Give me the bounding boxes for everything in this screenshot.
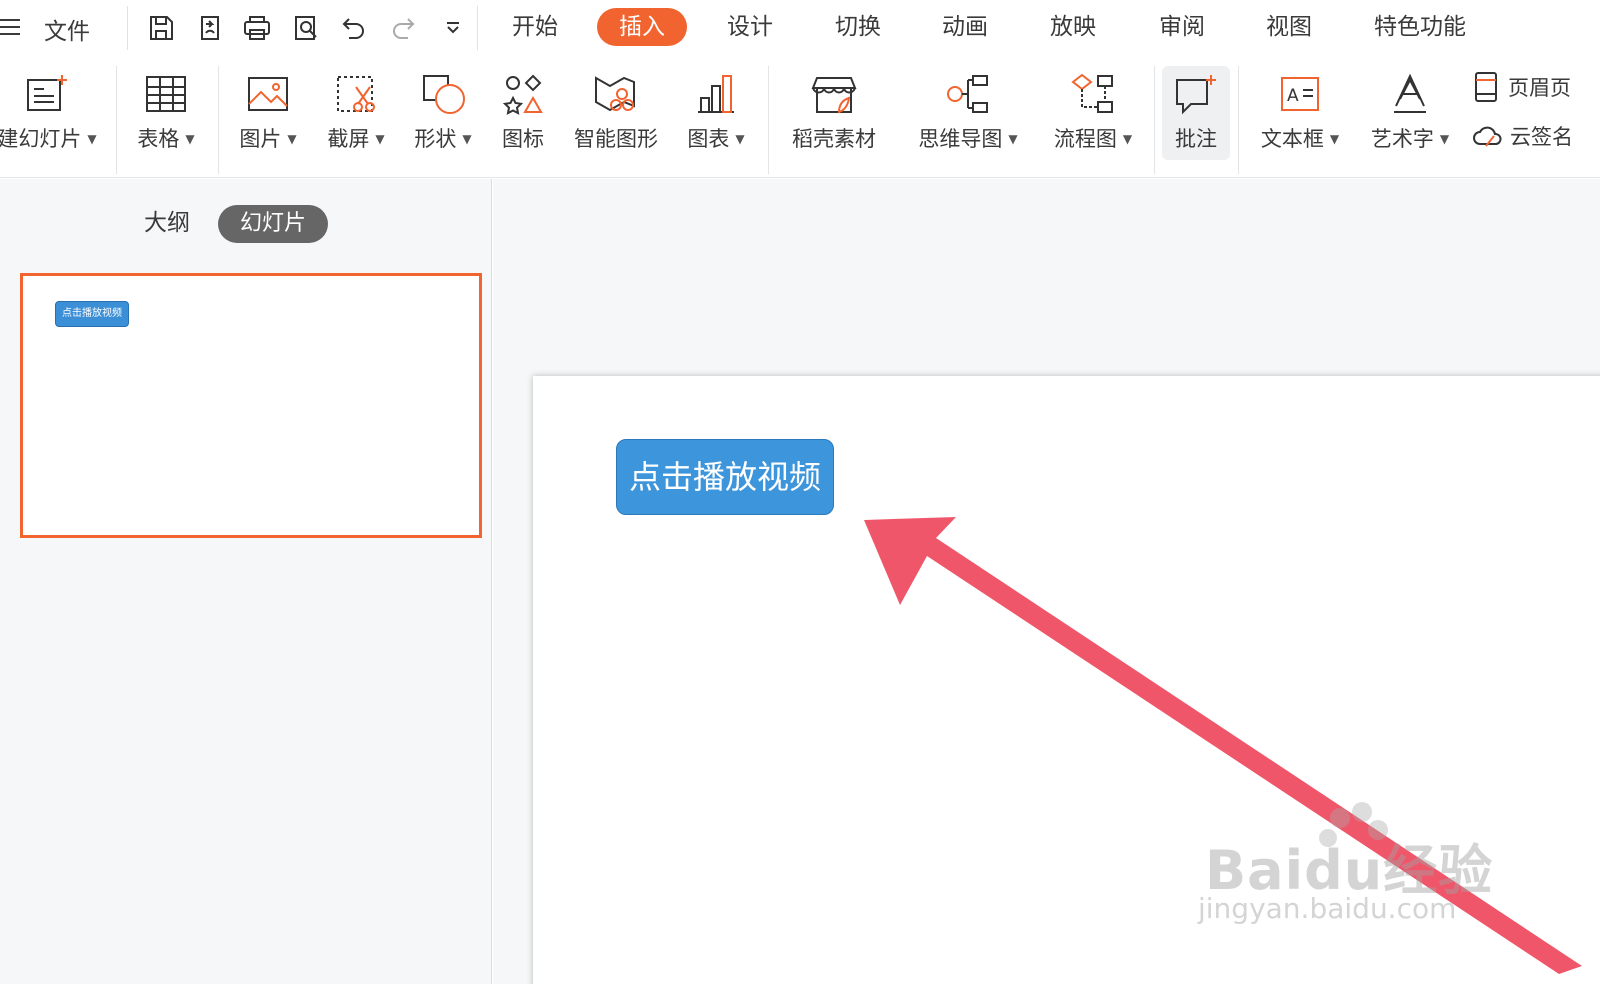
mind-map-button[interactable]: 思维导图 ▼ (906, 58, 1030, 178)
docer-material-label: 稻壳素材 (792, 127, 876, 151)
new-slide-icon (23, 70, 71, 118)
flowchart-icon (1069, 70, 1117, 118)
shape-icon (419, 70, 467, 118)
cloud-sign-icon (1473, 126, 1502, 147)
tab-insert[interactable]: 插入 (597, 8, 687, 46)
export-icon[interactable] (193, 11, 227, 45)
menu-separator (127, 6, 128, 50)
shape-label: 形状 (414, 127, 457, 151)
file-menu[interactable]: 文件 (44, 12, 90, 46)
ribbon-separator (218, 66, 219, 174)
word-art-button[interactable]: 艺术字 ▼ (1362, 58, 1458, 178)
smart-art-icon (592, 70, 640, 118)
tab-outline[interactable]: 大纲 (144, 203, 190, 237)
smart-art-button[interactable]: 智能图形 (566, 58, 666, 178)
ribbon-separator (116, 66, 117, 174)
tab-animation[interactable]: 动画 (920, 8, 1010, 46)
redo-icon[interactable] (386, 11, 420, 45)
tab-slideshow[interactable]: 放映 (1028, 8, 1118, 46)
flowchart-button[interactable]: 流程图 ▼ (1042, 58, 1144, 178)
shape-button[interactable]: 形状 ▼ (401, 58, 485, 178)
comment-label: 批注 (1175, 127, 1217, 151)
picture-label: 图片 (239, 127, 282, 151)
table-button[interactable]: 表格 ▼ (124, 58, 208, 178)
comment-button[interactable]: 批注 (1162, 66, 1230, 160)
chart-button[interactable]: 图表 ▼ (674, 58, 758, 178)
mind-map-label: 思维导图 (918, 127, 1003, 151)
table-icon (142, 70, 190, 118)
chart-label: 图表 (687, 127, 730, 151)
tab-slides[interactable]: 幻灯片 (218, 205, 328, 243)
header-footer-label: 页眉页 (1508, 76, 1571, 100)
table-label: 表格 (137, 127, 180, 151)
icon-label: 图标 (502, 127, 544, 151)
screenshot-label: 截屏 (327, 127, 370, 151)
tab-start[interactable]: 开始 (490, 8, 580, 46)
cloud-sign-label: 云签名 (1510, 125, 1573, 149)
word-art-icon (1386, 70, 1434, 118)
word-art-label: 艺术字 (1370, 127, 1434, 151)
tab-review[interactable]: 审阅 (1137, 8, 1227, 46)
more-dropdown-icon[interactable] (436, 11, 470, 45)
picture-button[interactable]: 图片 ▼ (226, 58, 310, 178)
save-icon[interactable] (144, 11, 178, 45)
slide-thumbnail[interactable]: 点击播放视频 (20, 273, 482, 538)
tab-view[interactable]: 视图 (1244, 8, 1334, 46)
tab-special-features[interactable]: 特色功能 (1352, 8, 1488, 46)
text-box-icon: A (1276, 70, 1324, 118)
icon-button[interactable]: 图标 (490, 58, 556, 178)
screenshot-button[interactable]: 截屏 ▼ (314, 58, 398, 178)
new-slide-button[interactable]: 建幻灯片 ▼ (0, 58, 112, 178)
text-box-button[interactable]: A 文本框 ▼ (1252, 58, 1348, 178)
docer-material-button[interactable]: 稻壳素材 (782, 58, 886, 178)
print-icon[interactable] (240, 11, 274, 45)
thumbnail-play-video-button: 点击播放视频 (55, 301, 129, 327)
slides-panel: 大纲 幻灯片 点击播放视频 (0, 179, 492, 984)
mind-map-icon (944, 70, 992, 118)
smart-art-label: 智能图形 (574, 127, 658, 151)
watermark-url: jingyan.baidu.com (1198, 892, 1457, 925)
cloud-sign-button[interactable]: 云签名 (1472, 118, 1573, 154)
comment-icon (1172, 70, 1220, 118)
tab-transition[interactable]: 切换 (813, 8, 903, 46)
undo-icon[interactable] (337, 11, 371, 45)
ribbon-toolbar: 建幻灯片 ▼ 表格 ▼ 图片 ▼ 截屏 ▼ 形状 ▼ 图标 智能图形 图表 ▼ … (0, 58, 1600, 178)
text-box-label: 文本框 (1260, 127, 1324, 151)
material-store-icon (810, 70, 858, 118)
menu-bar: 文件 开始 插入 设计 切换 动画 放映 审阅 视图 特色功能 (0, 0, 1600, 58)
ribbon-separator (1238, 66, 1239, 174)
new-slide-label: 建幻灯片 (0, 127, 82, 151)
print-preview-icon[interactable] (289, 11, 323, 45)
hamburger-menu-icon[interactable] (0, 18, 22, 36)
svg-text:A: A (1287, 86, 1299, 106)
chart-icon (692, 70, 740, 118)
picture-icon (244, 70, 292, 118)
tab-design[interactable]: 设计 (705, 8, 795, 46)
menu-separator (477, 6, 478, 50)
play-video-button[interactable]: 点击播放视频 (616, 439, 834, 515)
ribbon-separator (768, 66, 769, 174)
header-footer-button[interactable]: 页眉页 (1472, 69, 1571, 105)
screenshot-icon (332, 70, 380, 118)
ribbon-separator (1154, 66, 1155, 174)
header-footer-icon (1475, 72, 1497, 102)
flowchart-label: 流程图 (1053, 127, 1117, 151)
icons-library-icon (499, 70, 547, 118)
